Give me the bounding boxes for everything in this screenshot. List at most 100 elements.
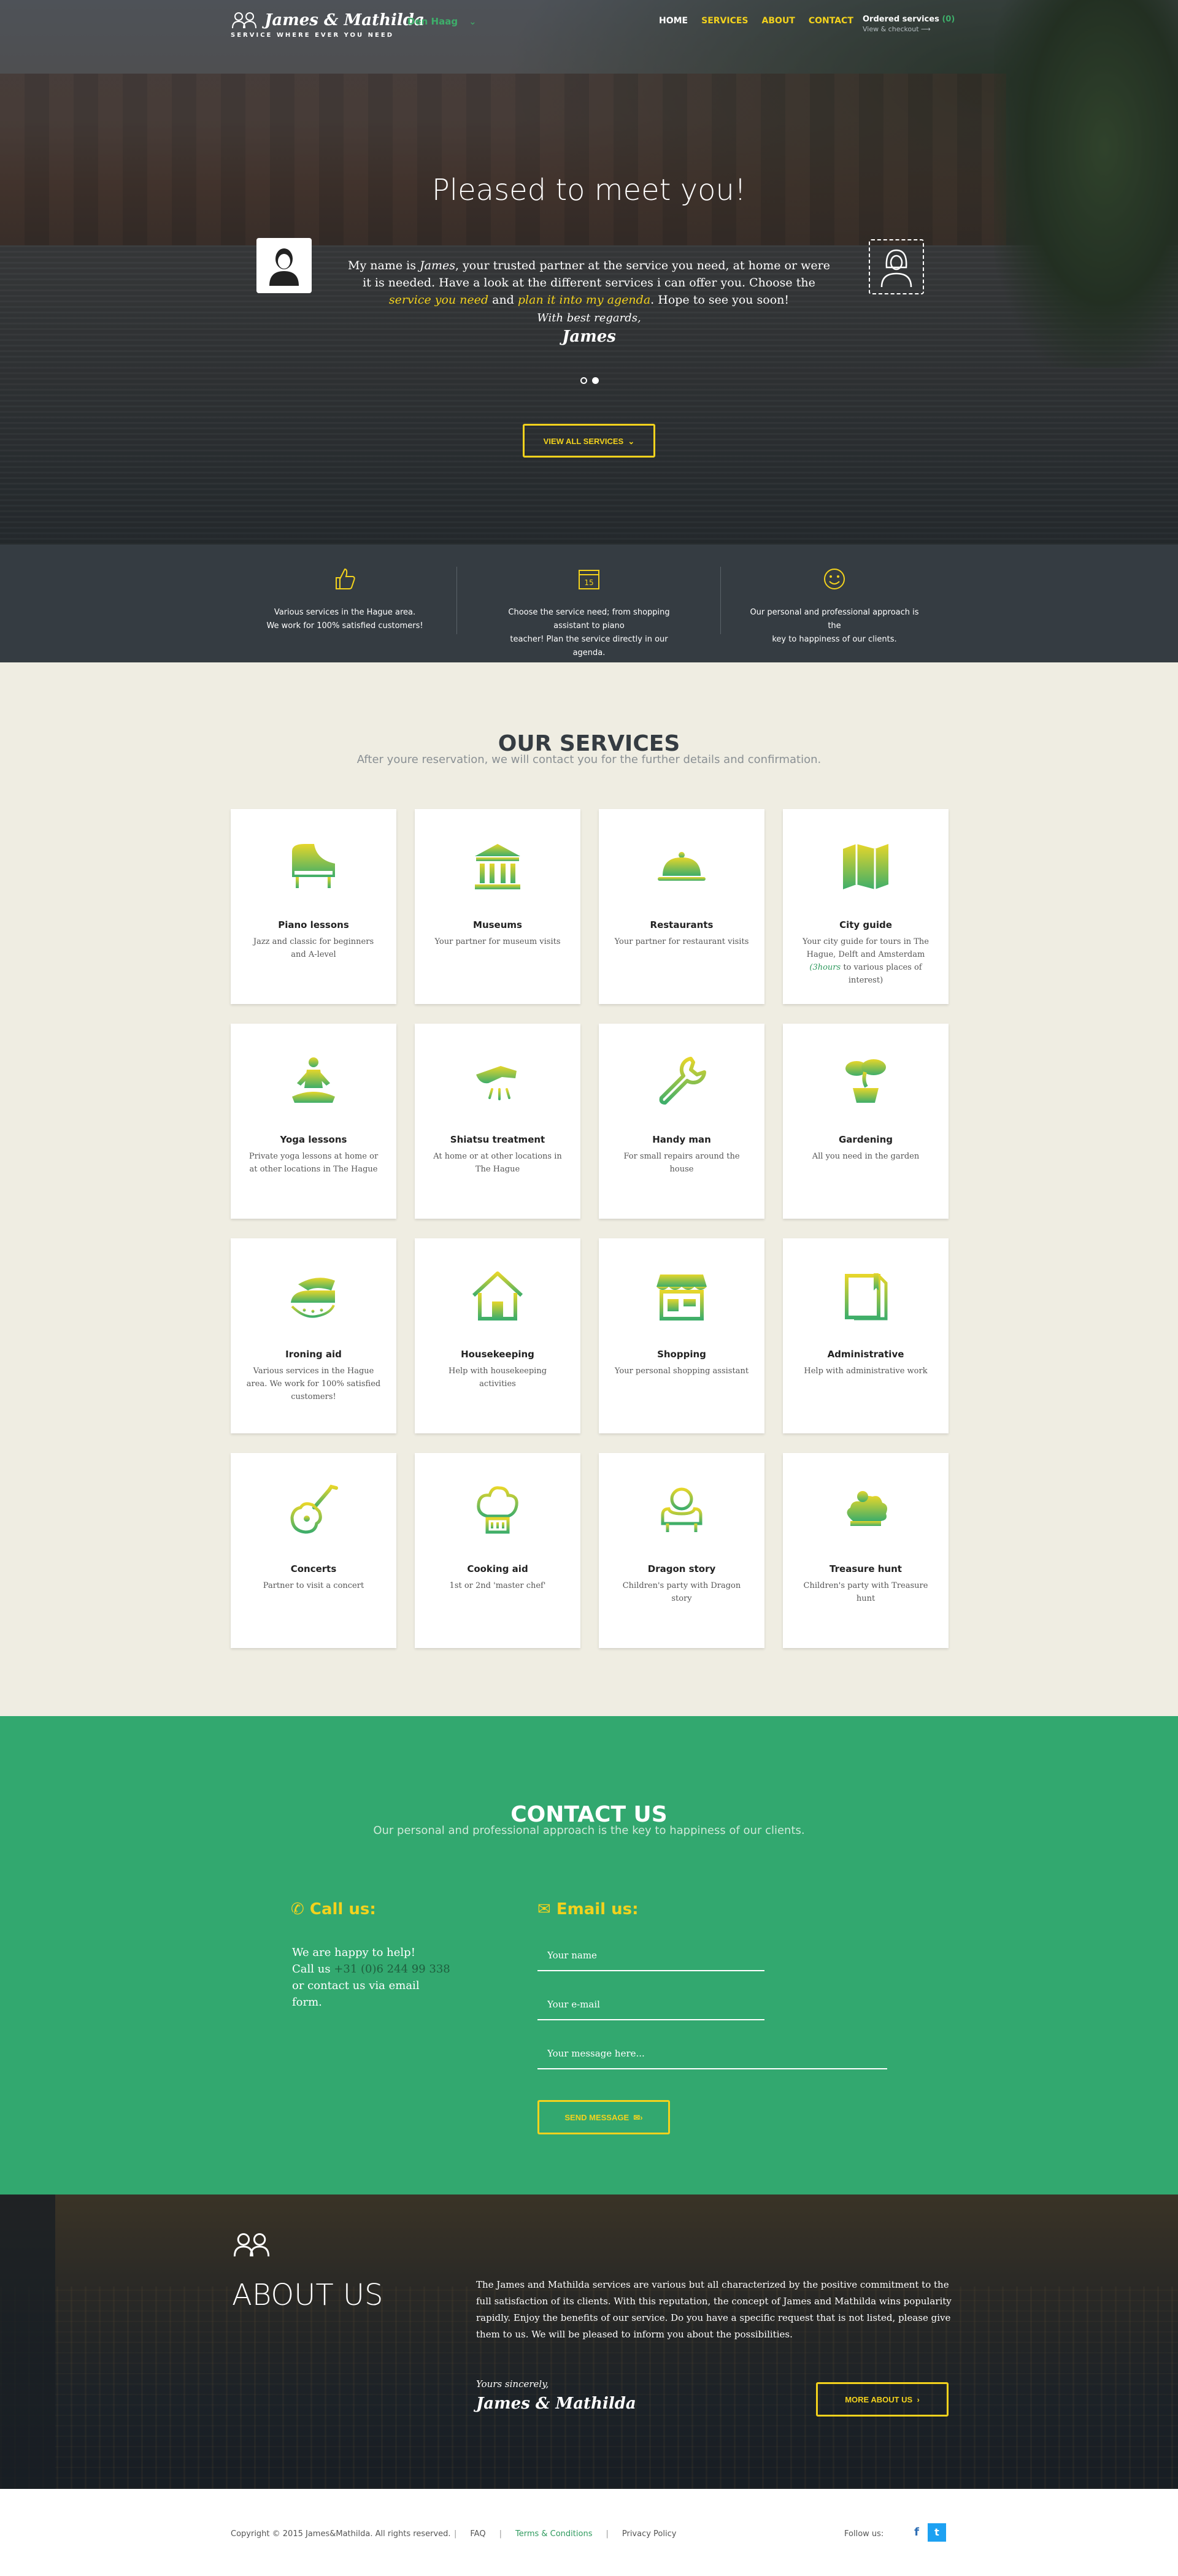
yoga-icon bbox=[283, 1051, 344, 1112]
facebook-icon[interactable]: f bbox=[909, 2526, 924, 2542]
service-card-piano[interactable]: Piano lessons Jazz and classic for begin… bbox=[231, 809, 396, 1004]
chevron-down-icon: ⌄ bbox=[628, 437, 635, 446]
museum-icon bbox=[467, 836, 528, 897]
nav-services[interactable]: SERVICES bbox=[701, 16, 748, 26]
wrench-icon bbox=[651, 1051, 712, 1112]
service-card-yoga[interactable]: Yoga lessons Private yoga lessons at hom… bbox=[231, 1024, 396, 1219]
feature-item: Various services in the Hague area. We w… bbox=[253, 565, 437, 633]
massage-icon bbox=[467, 1051, 528, 1112]
services-section: OUR SERVICES After youre reservation, we… bbox=[0, 662, 1178, 1716]
nav-home[interactable]: HOME bbox=[659, 16, 688, 26]
smiley-icon bbox=[742, 565, 926, 592]
send-message-button[interactable]: SEND MESSAGE ✉› bbox=[537, 2100, 670, 2134]
nav-about[interactable]: ABOUT bbox=[762, 16, 795, 26]
footer-link-privacy[interactable]: Privacy Policy bbox=[622, 2529, 677, 2539]
mathilda-avatar bbox=[869, 239, 924, 294]
contact-subtitle: Our personal and professional approach i… bbox=[373, 1824, 805, 1837]
envelope-icon: ✉ bbox=[537, 1900, 551, 1919]
call-us-heading: ✆ Call us: bbox=[291, 1900, 376, 1919]
slider-dot-2[interactable] bbox=[592, 377, 599, 384]
twitter-icon[interactable]: t bbox=[928, 2523, 946, 2542]
service-card-cooking-aid[interactable]: Cooking aid 1st or 2nd 'master chef' bbox=[415, 1453, 580, 1648]
footer: Copyright © 2015 James&Mathilda. All rig… bbox=[0, 2489, 1178, 2576]
piano-icon bbox=[283, 836, 344, 897]
chevron-right-icon: › bbox=[917, 2395, 920, 2404]
chevron-down-icon: ⌄ bbox=[469, 16, 477, 27]
couple-logo-icon bbox=[232, 12, 256, 29]
feature-item: Our personal and professional approach i… bbox=[742, 565, 926, 646]
message-field[interactable] bbox=[537, 2045, 887, 2069]
service-card-museums[interactable]: Museums Your partner for museum visits bbox=[415, 809, 580, 1004]
city-selector[interactable]: Den Haag ⌄ bbox=[407, 16, 477, 27]
nav-contact[interactable]: CONTACT bbox=[809, 16, 853, 26]
calendar-icon: 15 bbox=[497, 565, 681, 592]
iron-icon bbox=[283, 1265, 344, 1327]
service-card-concerts[interactable]: Concerts Partner to visit a concert bbox=[231, 1453, 396, 1648]
cloche-icon bbox=[651, 836, 712, 897]
service-card-administrative[interactable]: Administrative Help with administrative … bbox=[783, 1238, 949, 1433]
services-subtitle: After youre reservation, we will contact… bbox=[356, 753, 822, 766]
logo-tagline: SERVICE WHERE EVER YOU NEED bbox=[231, 32, 394, 39]
slider-dots bbox=[580, 377, 599, 384]
service-card-restaurants[interactable]: Restaurants Your partner for restaurant … bbox=[599, 809, 764, 1004]
view-all-services-button[interactable]: VIEW ALL SERVICES ⌄ bbox=[523, 424, 655, 458]
services-title: OUR SERVICES bbox=[498, 730, 680, 756]
feature-item: 15 Choose the service need; from shoppin… bbox=[497, 565, 681, 660]
footer-link-faq[interactable]: FAQ bbox=[470, 2529, 485, 2539]
more-about-us-button[interactable]: MORE ABOUT US › bbox=[816, 2382, 949, 2417]
document-icon bbox=[835, 1265, 896, 1327]
treasure-icon bbox=[835, 1480, 896, 1541]
james-avatar bbox=[256, 238, 312, 293]
service-card-city-guide[interactable]: City guide Your city guide for tours in … bbox=[783, 809, 949, 1004]
service-card-shopping[interactable]: Shopping Your personal shopping assistan… bbox=[599, 1238, 764, 1433]
guitar-icon bbox=[283, 1480, 344, 1541]
man-silhouette-icon bbox=[269, 248, 299, 286]
send-mail-icon: ✉› bbox=[633, 2113, 643, 2122]
map-icon bbox=[835, 836, 896, 897]
service-card-housekeeping[interactable]: Housekeeping Help with housekeeping acti… bbox=[415, 1238, 580, 1433]
name-field[interactable] bbox=[537, 1947, 764, 1971]
phone-number-link[interactable]: +31 (0)6 244 99 338 bbox=[334, 1963, 450, 1976]
ordered-services[interactable]: Ordered services (0) View & checkout ⟶ bbox=[863, 15, 955, 33]
slider-dot-1[interactable] bbox=[580, 377, 587, 384]
arrow-right-icon: ⟶ bbox=[921, 25, 931, 33]
shop-icon bbox=[651, 1265, 712, 1327]
follow-us-label: Follow us: bbox=[844, 2529, 884, 2539]
about-sincerely: Yours sincerely, bbox=[476, 2379, 549, 2390]
features-strip: Various services in the Hague area. We w… bbox=[0, 545, 1178, 662]
about-title: ABOUT US bbox=[232, 2278, 383, 2312]
main-menu: HOME SERVICES ABOUT CONTACT bbox=[659, 16, 853, 26]
bonsai-icon bbox=[835, 1051, 896, 1112]
email-field[interactable] bbox=[537, 1996, 764, 2020]
service-card-handy-man[interactable]: Handy man For small repairs around the h… bbox=[599, 1024, 764, 1219]
email-us-heading: ✉ Email us: bbox=[537, 1900, 639, 1919]
hero-signature: James bbox=[562, 328, 616, 346]
logo-name: James & Mathilda bbox=[264, 11, 425, 29]
call-us-text: We are happy to help! Call us +31 (0)6 2… bbox=[292, 1946, 450, 2009]
footer-links: | FAQ | Terms & Conditions | Privacy Pol… bbox=[454, 2529, 677, 2539]
chef-hat-icon bbox=[467, 1480, 528, 1541]
view-checkout-link[interactable]: View & checkout ⟶ bbox=[863, 25, 955, 33]
about-section: ABOUT US The James and Mathilda services… bbox=[0, 2195, 1178, 2489]
dragon-icon bbox=[651, 1480, 712, 1541]
hero-section: James & Mathilda SERVICE WHERE EVER YOU … bbox=[0, 0, 1178, 545]
footer-link-terms[interactable]: Terms & Conditions bbox=[515, 2529, 593, 2539]
service-card-ironing[interactable]: Ironing aid Various services in the Hagu… bbox=[231, 1238, 396, 1433]
logo[interactable]: James & Mathilda SERVICE WHERE EVER YOU … bbox=[231, 11, 425, 39]
svg-text:15: 15 bbox=[584, 578, 593, 587]
top-navigation: James & Mathilda SERVICE WHERE EVER YOU … bbox=[0, 0, 1178, 49]
thumbs-up-icon bbox=[253, 565, 437, 592]
contact-title: CONTACT US bbox=[510, 1801, 668, 1827]
hero-intro: My name is James, your trusted partner a… bbox=[348, 259, 830, 307]
house-icon bbox=[467, 1265, 528, 1327]
service-card-treasure-hunt[interactable]: Treasure hunt Children's party with Trea… bbox=[783, 1453, 949, 1648]
copyright: Copyright © 2015 James&Mathilda. All rig… bbox=[231, 2529, 451, 2539]
service-card-gardening[interactable]: Gardening All you need in the garden bbox=[783, 1024, 949, 1219]
hero-regards: With best regards, bbox=[537, 312, 641, 324]
phone-icon: ✆ bbox=[291, 1900, 304, 1919]
hero-title: Pleased to meet you! bbox=[431, 173, 747, 207]
contact-section: CONTACT US Our personal and professional… bbox=[0, 1716, 1178, 2195]
service-card-dragon-story[interactable]: Dragon story Children's party with Drago… bbox=[599, 1453, 764, 1648]
service-card-shiatsu[interactable]: Shiatsu treatment At home or at other lo… bbox=[415, 1024, 580, 1219]
about-signature: James & Mathilda bbox=[476, 2394, 636, 2413]
